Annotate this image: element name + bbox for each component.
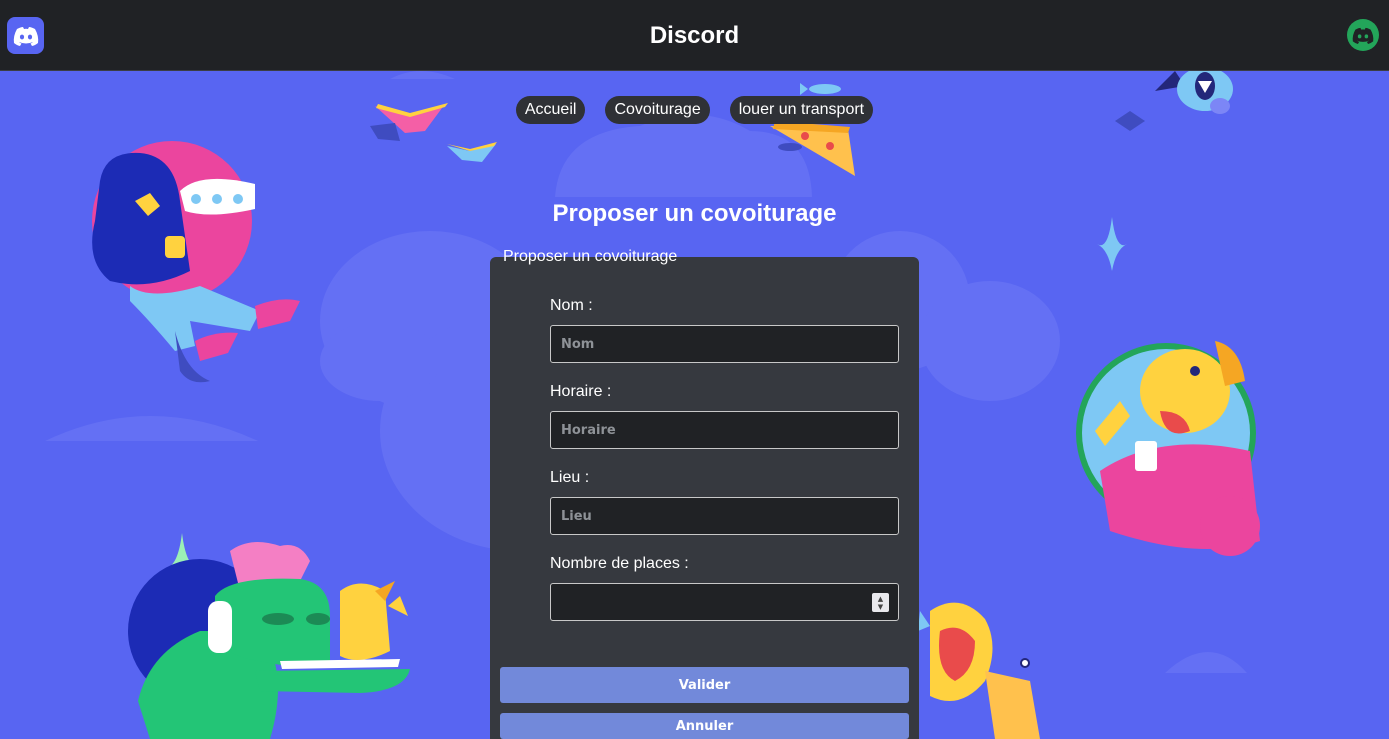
cancel-button[interactable]: Annuler xyxy=(500,713,909,739)
form-card: Nom : Horaire : Lieu : Nombre de places … xyxy=(490,257,919,739)
horaire-label: Horaire : xyxy=(550,383,612,400)
lieu-label: Lieu : xyxy=(550,469,590,486)
places-label: Nombre de places : xyxy=(550,555,689,572)
number-spinner[interactable]: ▲ ▼ xyxy=(872,593,889,612)
chevron-up-icon[interactable]: ▲ xyxy=(878,595,883,603)
nav-item-louer-transport[interactable]: louer un transport xyxy=(729,96,874,124)
submit-button[interactable]: Valider xyxy=(500,667,909,703)
top-bar: Discord xyxy=(0,0,1389,71)
nom-label: Nom : xyxy=(550,297,593,314)
discord-avatar-icon[interactable] xyxy=(1347,19,1379,51)
form-legend: Proposer un covoiturage xyxy=(503,248,678,265)
page-title: Proposer un covoiturage xyxy=(552,200,837,227)
nav-item-accueil[interactable]: Accueil xyxy=(515,96,586,124)
nom-input[interactable] xyxy=(550,325,899,363)
main-nav: Accueil Covoiturage louer un transport xyxy=(0,96,1389,124)
app-title: Discord xyxy=(649,22,740,49)
nav-item-covoiturage[interactable]: Covoiturage xyxy=(605,96,710,124)
chevron-down-icon[interactable]: ▼ xyxy=(878,603,883,611)
places-number-input[interactable]: ▲ ▼ xyxy=(550,583,899,621)
lieu-input[interactable] xyxy=(550,497,899,535)
horaire-input[interactable] xyxy=(550,411,899,449)
